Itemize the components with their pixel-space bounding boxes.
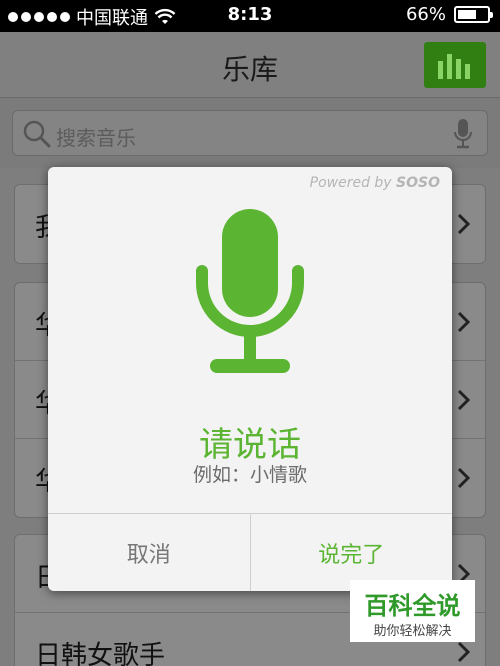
search-area: 搜索音乐 [0, 98, 500, 168]
powered-prefix: Powered by [309, 175, 397, 191]
cancel-button[interactable]: 取消 [48, 514, 251, 591]
bar-chart-icon [438, 54, 470, 79]
watermark-title: 百科全说 [364, 592, 461, 620]
watermark-logo: 百科全说 助你轻松解决 [350, 580, 475, 642]
chevron-right-icon [457, 213, 471, 235]
watermark-subtitle: 助你轻松解决 [373, 624, 452, 639]
microphone-icon[interactable] [194, 207, 306, 379]
chart-button[interactable] [424, 42, 486, 88]
search-icon [23, 120, 51, 148]
powered-brand: SOSO [396, 175, 440, 191]
search-placeholder: 搜索音乐 [56, 126, 136, 150]
list-item-label: 日韩女歌手 [35, 641, 166, 666]
voice-search-dialog: Powered by SOSO 请说话 例如：小情歌 取消 说完了 [48, 167, 452, 591]
chevron-right-icon [457, 641, 471, 663]
battery-percent: 66% [405, 4, 446, 25]
search-input[interactable]: 搜索音乐 [12, 110, 488, 156]
speak-prompt: 请说话 [199, 425, 301, 465]
chevron-right-icon [457, 467, 471, 489]
chevron-right-icon [457, 311, 471, 333]
battery-icon [454, 6, 493, 23]
status-right: 66% [405, 4, 493, 25]
status-bar: 中国联通 8:13 66% [0, 0, 500, 32]
microphone-icon[interactable] [453, 118, 473, 150]
nav-bar: 乐库 [0, 32, 500, 98]
powered-by-label: Powered by SOSO [310, 175, 440, 191]
example-hint: 例如：小情歌 [192, 464, 307, 486]
chevron-right-icon [457, 389, 471, 411]
